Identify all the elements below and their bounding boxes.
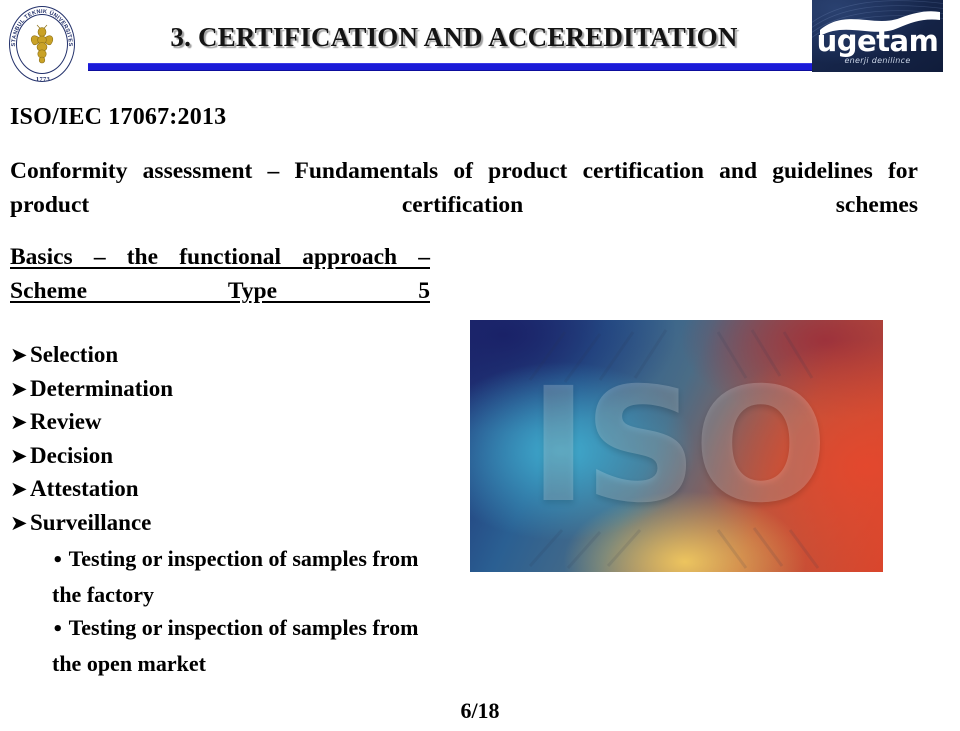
arrow-bullet-icon: ➤ <box>10 343 28 367</box>
list-item: ➤ Surveillance <box>10 510 450 544</box>
ugetam-wordmark: ugetam <box>816 24 939 58</box>
list-item-label: Review <box>30 409 102 434</box>
arrow-bullet-icon: ➤ <box>10 477 28 501</box>
list-item: ➤ Selection <box>10 342 450 376</box>
seal-year: 1773 <box>35 76 51 83</box>
dot-bullet-icon: • <box>52 619 64 640</box>
slide-header: ISTANBUL TEKNIK ÜNIVERSITESI <box>0 0 960 86</box>
list-item-label: Surveillance <box>30 509 152 535</box>
standard-code: ISO/IEC 17067:2013 <box>10 104 227 130</box>
list-item: ➤ Attestation <box>10 476 450 510</box>
arrow-bullet-icon: ➤ <box>10 510 28 535</box>
list-item-label: Selection <box>30 342 119 367</box>
bee-icon <box>30 24 54 64</box>
list-item: • Testing or inspection of samples from … <box>52 542 452 611</box>
dot-bullet-icon: • <box>52 550 64 571</box>
list-item-label: Determination <box>30 375 174 401</box>
header-accent-bar <box>88 63 926 71</box>
list-item-label: Testing or inspection of samples from th… <box>52 546 419 607</box>
iso-wordmark: ISO <box>529 354 828 538</box>
list-item-label: Testing or inspection of samples from th… <box>52 615 419 676</box>
ugetam-tagline: enerji denilince <box>844 56 911 65</box>
surveillance-sub-list: • Testing or inspection of samples from … <box>52 542 452 680</box>
itu-bee-seal-icon: ISTANBUL TEKNIK ÜNIVERSITESI <box>6 4 80 84</box>
list-item: ➤ Decision <box>10 443 450 477</box>
section-heading: Basics – the functional approach – Schem… <box>10 244 430 304</box>
page-title: 3. CERTIFICATION AND ACCEREDITATION <box>170 22 738 52</box>
list-item: • Testing or inspection of samples from … <box>52 611 452 680</box>
slide: ISTANBUL TEKNIK ÜNIVERSITESI <box>0 0 960 731</box>
list-item-label: Decision <box>30 442 114 468</box>
arrow-bullet-icon: ➤ <box>10 376 28 401</box>
list-item: ➤ Determination <box>10 376 450 410</box>
list-item: ➤ Review <box>10 409 450 443</box>
page-number: 6/18 <box>460 698 500 723</box>
arrow-bullet-icon: ➤ <box>10 410 28 434</box>
iso-illustration: ISO <box>470 320 883 572</box>
ugetam-logo: ugetam enerji denilince <box>812 0 943 72</box>
process-steps-list: ➤ Selection ➤ Determination ➤ Review ➤ D… <box>10 342 450 543</box>
arrow-bullet-icon: ➤ <box>10 443 28 468</box>
list-item-label: Attestation <box>30 476 139 501</box>
